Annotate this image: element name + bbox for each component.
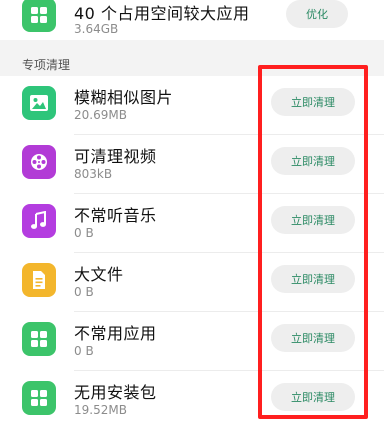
- document-icon: [22, 263, 56, 297]
- item-title: 模糊相似图片: [74, 88, 174, 107]
- item-size: 0 B: [74, 344, 94, 358]
- film-reel-icon: [22, 145, 56, 179]
- item-title: 不常听音乐: [74, 206, 157, 225]
- apps-grid-icon: [22, 0, 56, 32]
- top-app-card: 40 个占用空间较大应用 3.64GB 优化: [0, 0, 384, 40]
- apps-grid-icon: [22, 381, 56, 415]
- item-size: 19.52MB: [74, 403, 127, 417]
- item-title: 可清理视频: [74, 147, 157, 166]
- item-title: 大文件: [74, 265, 124, 284]
- item-size: 803kB: [74, 167, 113, 181]
- item-size: 0 B: [74, 285, 94, 299]
- item-title: 无用安装包: [74, 383, 157, 402]
- top-item-title: 40 个占用空间较大应用: [74, 4, 250, 23]
- image-icon: [22, 86, 56, 120]
- section-title: 专项清理: [22, 58, 71, 72]
- optimize-button[interactable]: 优化: [286, 0, 348, 28]
- music-note-icon: [22, 204, 56, 238]
- item-title: 不常用应用: [74, 324, 157, 343]
- apps-grid-icon: [22, 322, 56, 356]
- item-size: 20.69MB: [74, 108, 127, 122]
- top-item-size: 3.64GB: [74, 22, 119, 36]
- item-size: 0 B: [74, 226, 94, 240]
- highlight-annotation-box: [258, 65, 368, 419]
